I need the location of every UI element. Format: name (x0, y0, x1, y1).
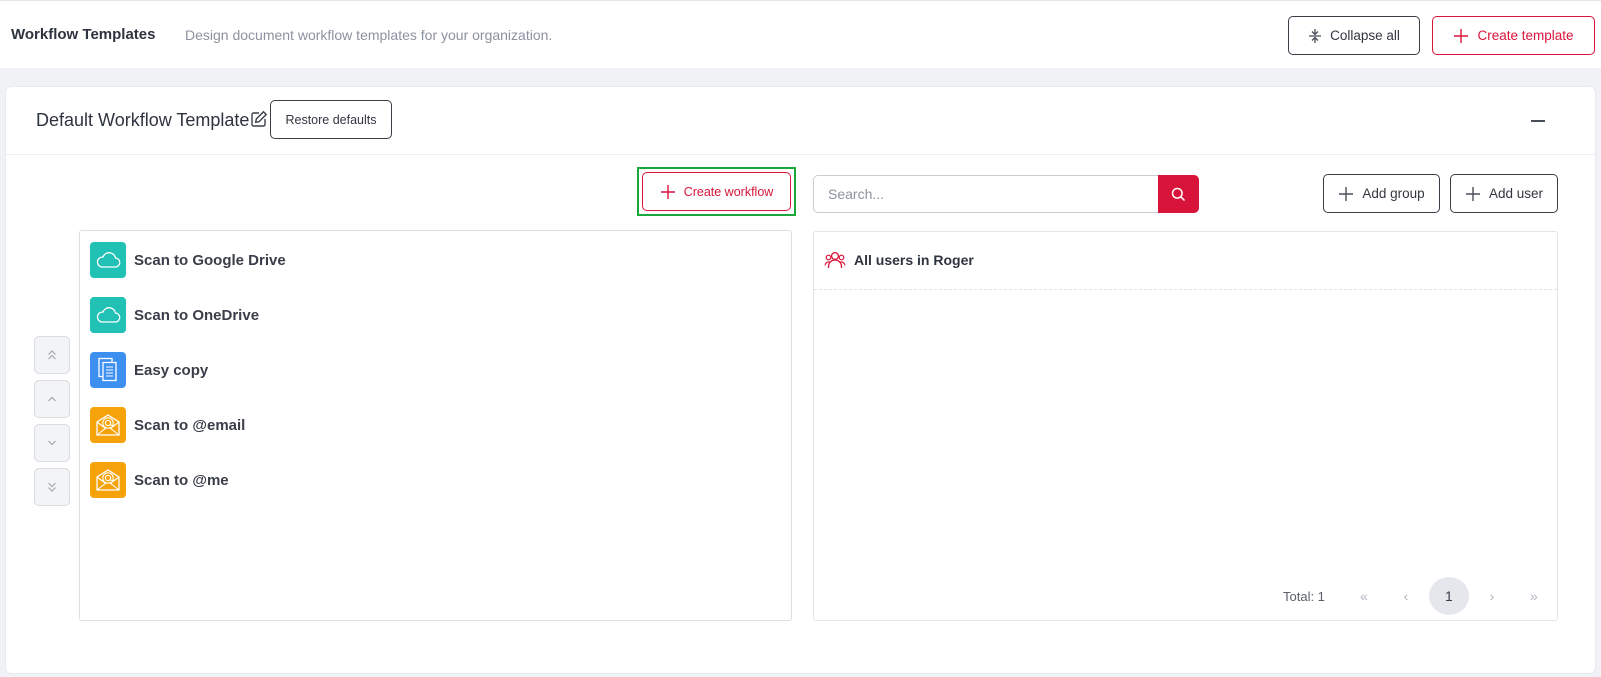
collapse-all-button[interactable]: Collapse all (1288, 16, 1420, 55)
move-down-button[interactable] (34, 424, 70, 462)
last-page-button[interactable]: » (1513, 577, 1555, 615)
template-card-header: Default Workflow Template Restore defaul… (6, 87, 1595, 155)
restore-defaults-label: Restore defaults (285, 112, 377, 127)
workflow-label: Scan to @email (134, 416, 246, 434)
email-at-icon (90, 462, 126, 498)
page-title: Workflow Templates (11, 26, 156, 43)
plus-icon (660, 184, 675, 199)
workflow-item[interactable]: Scan to @me (90, 462, 229, 498)
workflow-item[interactable]: Scan to Google Drive (90, 242, 286, 278)
chevron-up-icon (48, 396, 56, 402)
search-button[interactable] (1158, 175, 1199, 213)
document-copy-icon (90, 352, 126, 388)
page-number[interactable]: 1 (1428, 577, 1469, 615)
add-group-button[interactable]: Add group (1323, 174, 1440, 213)
reorder-controls (34, 336, 70, 512)
create-template-label: Create template (1477, 28, 1574, 43)
add-user-label: Add user (1488, 186, 1544, 201)
cloud-icon (90, 297, 126, 333)
move-up-button[interactable] (34, 380, 70, 418)
move-top-button[interactable] (34, 336, 70, 374)
workflow-label: Scan to @me (134, 471, 229, 489)
create-workflow-button[interactable]: Create workflow (642, 172, 791, 211)
first-page-button[interactable]: « (1343, 577, 1385, 615)
move-bottom-button[interactable] (34, 468, 70, 506)
add-group-label: Add group (1362, 186, 1425, 201)
page-subtitle: Design document workflow templates for y… (185, 27, 553, 43)
top-header: Workflow Templates Design document workf… (0, 0, 1601, 68)
search-icon (1171, 187, 1186, 201)
plus-icon (1339, 186, 1354, 201)
double-chevron-down-icon (48, 482, 56, 492)
workflow-item[interactable]: Easy copy (90, 352, 208, 388)
minimize-icon[interactable] (1531, 120, 1545, 122)
restore-defaults-button[interactable]: Restore defaults (270, 100, 392, 139)
total-count: Total: 1 (1283, 588, 1325, 604)
next-page-button[interactable]: › (1471, 577, 1513, 615)
user-group-label: All users in Roger (854, 252, 974, 268)
double-chevron-up-icon (48, 350, 56, 360)
workflow-label: Scan to Google Drive (134, 251, 286, 269)
email-at-icon (90, 407, 126, 443)
plus-icon (1465, 186, 1480, 201)
template-name: Default Workflow Template (36, 110, 250, 130)
create-workflow-label: Create workflow (683, 184, 774, 199)
plus-icon (1454, 28, 1469, 43)
workflow-label: Easy copy (134, 361, 209, 379)
add-user-button[interactable]: Add user (1450, 174, 1558, 213)
prev-page-button[interactable]: ‹ (1385, 577, 1427, 615)
workflow-label: Scan to OneDrive (134, 306, 260, 324)
cloud-icon (90, 242, 126, 278)
create-template-button[interactable]: Create template (1432, 16, 1595, 55)
collapse-icon (1309, 28, 1322, 43)
workflow-list: Scan to Google Drive Scan to OneDrive Ea… (79, 230, 792, 621)
users-panel: All users in Roger (813, 231, 1558, 621)
search-input[interactable] (813, 175, 1160, 213)
workflow-item[interactable]: Scan to @email (90, 407, 245, 443)
edit-icon[interactable] (250, 110, 268, 128)
workflow-item[interactable]: Scan to OneDrive (90, 297, 259, 333)
pagination: Total: 1 « ‹ 1 › » (1283, 577, 1555, 615)
users-group-icon (824, 251, 846, 268)
collapse-all-label: Collapse all (1330, 28, 1400, 43)
user-group-row[interactable]: All users in Roger (814, 232, 1557, 290)
chevron-down-icon (48, 440, 56, 446)
